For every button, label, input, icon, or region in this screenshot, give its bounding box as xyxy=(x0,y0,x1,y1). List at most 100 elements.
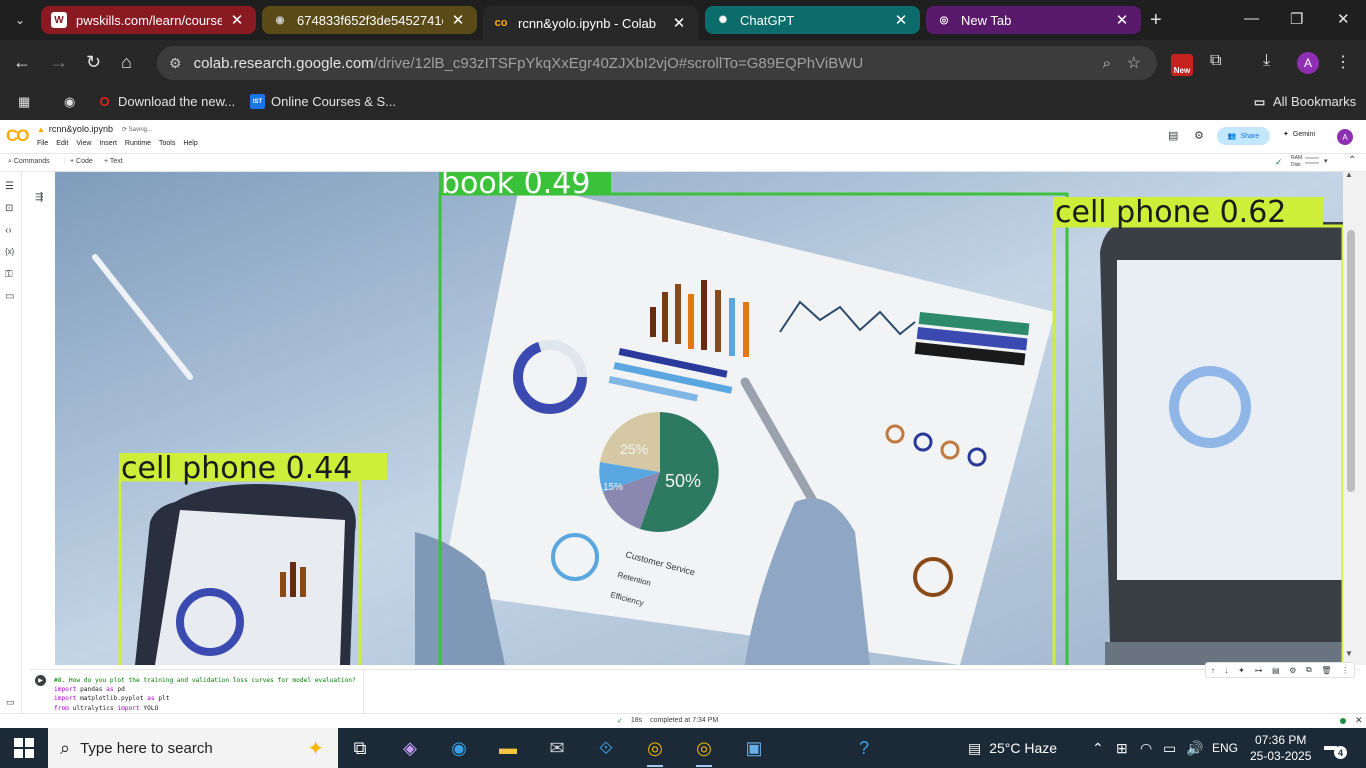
move-up-icon[interactable]: ↑ xyxy=(1211,666,1215,675)
output-scrollbar[interactable]: ▲ ▼ xyxy=(1343,170,1366,665)
menu-view[interactable]: View xyxy=(76,140,91,147)
back-arrow-icon[interactable]: ← xyxy=(13,52,31,73)
photos-icon[interactable]: ▣ xyxy=(740,734,768,762)
table-of-contents-icon[interactable]: ☰ xyxy=(5,181,14,192)
ram-disk-indicator[interactable]: RAM Disk xyxy=(1291,155,1302,169)
menu-tools[interactable]: Tools xyxy=(159,140,175,147)
code-snippets-icon[interactable]: ‹› xyxy=(5,225,12,236)
notification-icon[interactable]: ▬ 4 xyxy=(1324,738,1347,759)
tab-file[interactable]: ◉ 674833f652f3de5452741d71 ✕ xyxy=(262,6,477,34)
battery-icon[interactable]: ▭ xyxy=(1163,728,1176,768)
commands-button[interactable]: ⌕ Commands xyxy=(8,158,50,166)
link-icon[interactable]: ⊶ xyxy=(1254,666,1262,675)
colab-logo[interactable]: CO xyxy=(6,126,29,146)
bookmark-star-icon[interactable]: ☆ xyxy=(1127,53,1141,73)
tab-pwskills[interactable]: W pwskills.com/learn/course/g ✕ xyxy=(41,6,256,34)
chrome-icon[interactable]: ◎ xyxy=(641,734,669,767)
vscode-icon[interactable]: ⟐ xyxy=(592,734,620,762)
cell-settings-icon[interactable]: ⚙ xyxy=(1289,666,1296,675)
tab-new-tab[interactable]: ◎ New Tab ✕ xyxy=(926,6,1141,34)
run-cell-icon[interactable]: ▶ xyxy=(35,675,46,686)
copilot-sparkle-icon[interactable]: ✦ xyxy=(307,736,324,761)
language-indicator[interactable]: ENG xyxy=(1212,728,1238,768)
scroll-down-icon[interactable]: ▼ xyxy=(1345,649,1353,658)
bookmark-ist[interactable]: IST Online Courses & S... xyxy=(250,94,396,109)
bookmark-opera[interactable]: O Download the new... xyxy=(97,94,235,109)
close-window-icon[interactable]: ✕ xyxy=(1337,10,1350,28)
forward-arrow-icon[interactable]: → xyxy=(50,52,68,73)
scrollbar-thumb[interactable] xyxy=(1347,230,1355,492)
help-icon[interactable]: ? xyxy=(850,734,878,762)
profile-avatar[interactable]: A xyxy=(1297,52,1319,74)
find-replace-icon[interactable]: ⊡ xyxy=(5,203,13,214)
tab-close-icon[interactable]: ✕ xyxy=(228,11,246,29)
colab-avatar[interactable]: A xyxy=(1337,129,1353,145)
tab-close-icon[interactable]: ✕ xyxy=(892,11,910,29)
apps-grid-icon[interactable]: ▦ xyxy=(18,94,30,110)
gemini-cell-icon[interactable]: ✦ xyxy=(1238,666,1245,675)
menu-edit[interactable]: Edit xyxy=(56,140,68,147)
runtime-dropdown-icon[interactable]: ▾ xyxy=(1324,157,1328,165)
wifi-icon[interactable]: ◠ xyxy=(1140,728,1152,768)
code-cell[interactable]: ▶ #8. How do you plot the training and v… xyxy=(30,662,1360,714)
tab-search-icon[interactable]: ⌄ xyxy=(0,0,40,40)
tab-colab[interactable]: co rcnn&yolo.ipynb - Colab ✕ xyxy=(483,6,698,40)
mail-icon[interactable]: ✉ xyxy=(543,734,571,762)
menu-runtime[interactable]: Runtime xyxy=(125,140,151,147)
globe-bookmark-icon[interactable]: ◉ xyxy=(64,94,75,110)
notebook-title[interactable]: ▲ rcnn&yolo.ipynb ⟳ Saving... xyxy=(37,124,152,134)
move-down-icon[interactable]: ↓ xyxy=(1224,666,1228,675)
files-folder-icon[interactable]: ▭ xyxy=(5,291,14,302)
tab-close-icon[interactable]: ✕ xyxy=(1113,11,1131,29)
download-icon[interactable]: ⤓ xyxy=(1263,52,1270,70)
execution-status[interactable]: ✓ 18s completed at 7:34 PM xyxy=(617,717,718,725)
task-view-icon[interactable]: ⧉ xyxy=(346,734,374,762)
site-settings-icon[interactable]: ⚙ xyxy=(169,55,182,72)
add-text-button[interactable]: + Text xyxy=(104,158,123,165)
secrets-key-icon[interactable]: ⚿ xyxy=(5,269,13,280)
code-editor[interactable]: #8. How do you plot the training and val… xyxy=(54,676,356,713)
copilot-icon[interactable]: ◈ xyxy=(396,734,424,762)
new-tab-plus-icon[interactable]: + xyxy=(1150,10,1162,30)
menu-insert[interactable]: Insert xyxy=(99,140,117,147)
extensions-puzzle-icon[interactable]: ⧉ xyxy=(1210,52,1221,70)
all-bookmarks[interactable]: ▭ All Bookmarks xyxy=(1252,94,1356,109)
taskbar-search[interactable]: ⌕ Type here to search ✦ xyxy=(48,728,338,768)
add-code-button[interactable]: + Code xyxy=(70,158,93,165)
minimize-icon[interactable]: — xyxy=(1244,10,1259,27)
tray-chevron-icon[interactable]: ⌃ xyxy=(1092,728,1104,768)
reload-icon[interactable]: ↻ xyxy=(86,52,101,73)
address-bar[interactable]: ⚙ colab.research.google.com/drive/12lB_c… xyxy=(157,46,1157,80)
taskbar-clock[interactable]: 07:36 PM 25-03-2025 xyxy=(1250,732,1311,764)
comments-icon[interactable]: ▤ xyxy=(1168,129,1178,142)
output-options-icon[interactable]: ⇶ xyxy=(35,192,43,203)
collapse-header-icon[interactable]: ⌃ xyxy=(1348,155,1356,166)
zoom-icon[interactable]: ⌕ xyxy=(1103,55,1111,72)
chrome-profile-icon[interactable]: ◎ xyxy=(690,734,718,767)
windows-start-icon[interactable] xyxy=(14,738,34,758)
volume-icon[interactable]: 🔊 xyxy=(1186,728,1203,768)
weather-widget[interactable]: ▤ 25°C Haze xyxy=(968,728,1057,768)
tab-chatgpt[interactable]: ✺ ChatGPT ✕ xyxy=(705,6,920,34)
more-icon[interactable]: ⋮ xyxy=(1341,666,1349,675)
notebook-name[interactable]: rcnn&yolo.ipynb xyxy=(49,124,113,134)
menu-file[interactable]: File xyxy=(37,140,48,147)
chrome-menu-icon[interactable]: ⋮ xyxy=(1335,52,1351,72)
tray-app-icon[interactable]: ⊞ xyxy=(1116,728,1128,768)
settings-gear-icon[interactable]: ⚙ xyxy=(1194,129,1204,142)
extension-new-badge[interactable]: New xyxy=(1171,54,1193,76)
share-button[interactable]: 👥 Share xyxy=(1217,127,1270,145)
tab-close-icon[interactable]: ✕ xyxy=(670,14,688,32)
delete-icon[interactable]: 🗑 xyxy=(1321,666,1331,675)
edge-icon[interactable]: ◉ xyxy=(445,734,473,762)
comment-icon[interactable]: ▤ xyxy=(1272,666,1280,675)
tab-close-icon[interactable]: ✕ xyxy=(449,11,467,29)
restore-icon[interactable]: ❐ xyxy=(1290,10,1303,28)
variables-icon[interactable]: {x} xyxy=(5,247,14,256)
scroll-up-icon[interactable]: ▲ xyxy=(1345,170,1353,179)
menu-help[interactable]: Help xyxy=(183,140,197,147)
file-explorer-icon[interactable]: ▬ xyxy=(494,734,522,762)
mirror-cell-icon[interactable]: ⧉ xyxy=(1306,665,1312,675)
gemini-button[interactable]: ✦ Gemini xyxy=(1283,130,1315,139)
terminal-icon[interactable]: ▭ xyxy=(6,697,15,708)
